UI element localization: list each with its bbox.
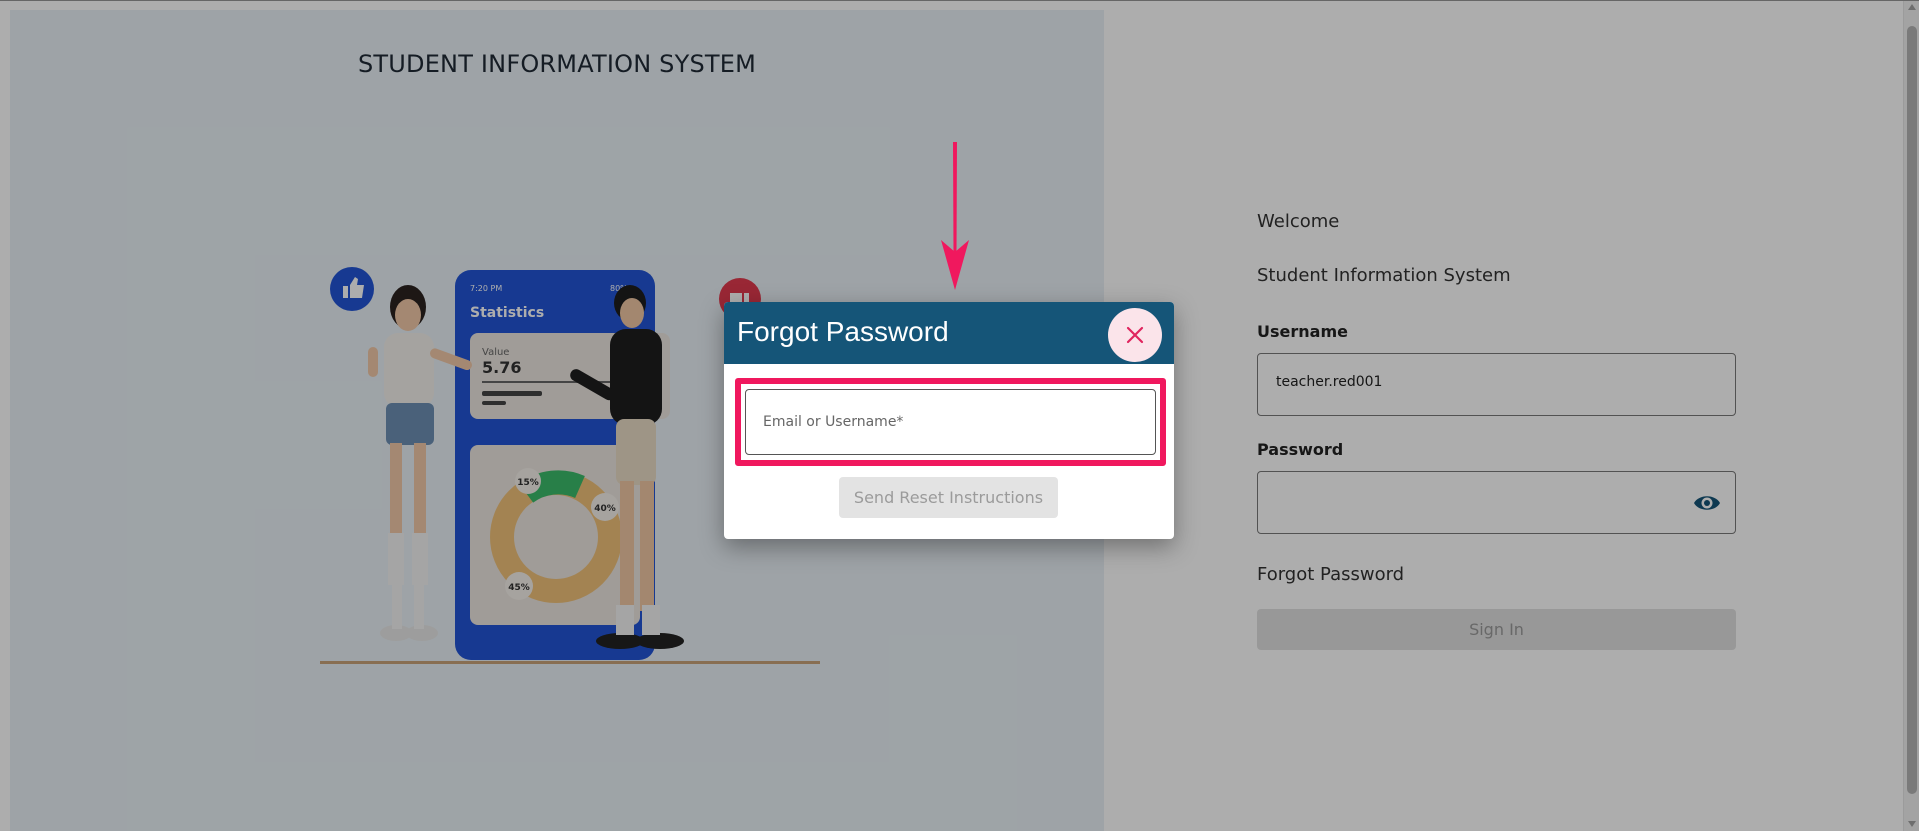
- send-reset-instructions-button[interactable]: Send Reset Instructions: [839, 477, 1058, 518]
- dialog-title: Forgot Password: [737, 316, 949, 347]
- forgot-password-dialog: Forgot Password Send Reset Instructions: [724, 302, 1174, 539]
- close-button[interactable]: [1108, 308, 1162, 362]
- email-or-username-input[interactable]: [745, 389, 1156, 455]
- dialog-header: Forgot Password: [724, 302, 1174, 364]
- top-border: [0, 0, 1919, 1]
- close-icon: [1126, 326, 1144, 344]
- arrow-down-icon: [941, 142, 969, 290]
- email-field-highlight: [735, 378, 1166, 466]
- login-page: STUDENT INFORMATION SYSTEM 7:20 PM 80% S…: [0, 0, 1919, 831]
